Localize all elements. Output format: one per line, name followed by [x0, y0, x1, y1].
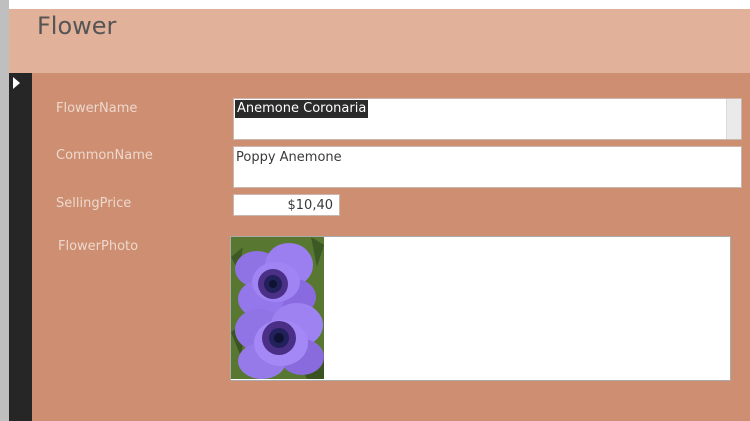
common-name-value: Poppy Anemone	[236, 150, 342, 165]
form-title: Flower	[37, 12, 117, 40]
flower-photo-frame[interactable]	[230, 236, 731, 381]
current-record-arrow-icon	[13, 77, 20, 89]
flower-name-scrollbar[interactable]	[726, 99, 741, 139]
flower-photo-image	[231, 237, 324, 379]
common-name-label: CommonName	[56, 148, 153, 163]
flower-name-label: FlowerName	[56, 101, 138, 116]
form-header: Flower	[9, 9, 750, 73]
access-form-window: Flower FlowerName Anemone Coronaria Comm…	[0, 0, 750, 421]
selling-price-field[interactable]: $10,40	[233, 194, 340, 216]
common-name-field[interactable]: Poppy Anemone	[233, 146, 742, 188]
selling-price-label: SellingPrice	[56, 196, 132, 211]
form-detail-section: FlowerName Anemone Coronaria CommonName …	[32, 73, 750, 421]
flower-name-field[interactable]: Anemone Coronaria	[233, 98, 742, 140]
selling-price-value: $10,40	[287, 198, 334, 213]
window-left-border	[0, 0, 9, 421]
record-selector[interactable]	[9, 73, 32, 421]
flower-name-value: Anemone Coronaria	[235, 100, 369, 118]
flower-photo-label: FlowerPhoto	[58, 239, 139, 254]
